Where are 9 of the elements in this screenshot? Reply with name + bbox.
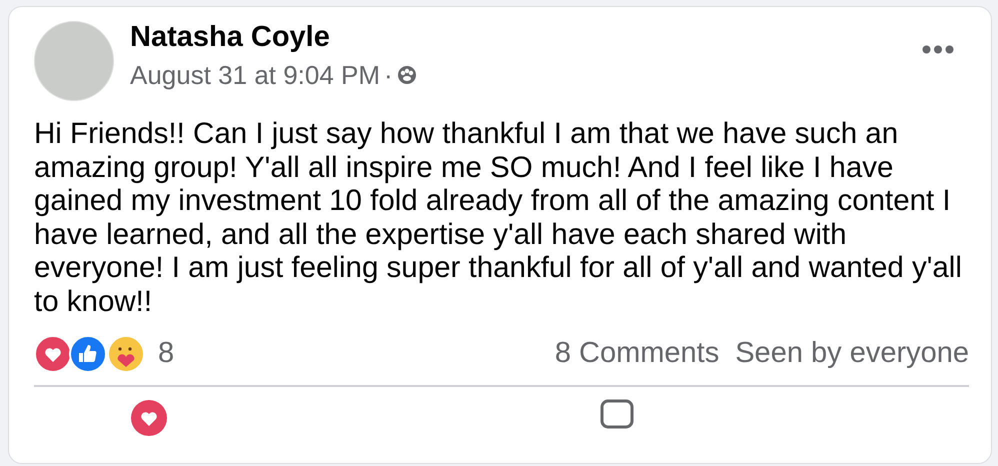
people-icon — [396, 65, 417, 85]
timestamp[interactable]: August 31 at 9:04 PM — [130, 60, 380, 90]
post-text: Hi Friends!! Can I just say how thankful I am that we have such an amazing group! Y'all all inspire me SO much! And I feel like I have gained my investment 10 fold already from all of the amazing content I have learned, and all the expertise y'all have each shared with everyone! I am just feeling super thankful for all of y'all and wanted y'all to know!! — [34, 117, 963, 318]
more-options-icon[interactable] — [922, 45, 954, 54]
reaction-count[interactable]: 8 — [158, 332, 174, 376]
separator: · — [384, 60, 393, 90]
audience-label: Seen by everyone — [735, 336, 969, 372]
author-name[interactable]: Natasha Coyle — [130, 21, 330, 53]
comments-count[interactable]: 8 Comments — [554, 332, 720, 376]
